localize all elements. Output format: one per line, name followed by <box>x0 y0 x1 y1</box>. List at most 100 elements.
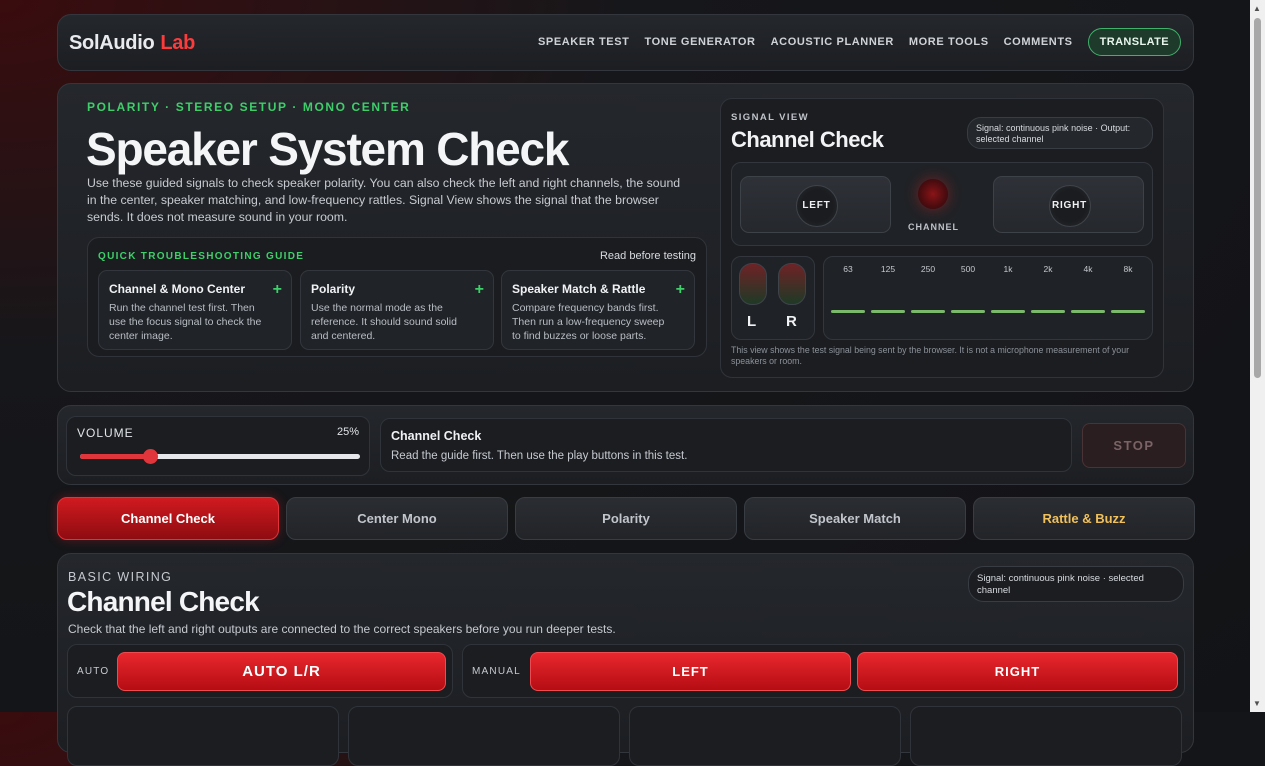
tab-channel-check[interactable]: Channel Check <box>57 497 279 540</box>
band-level <box>871 310 905 313</box>
test-section: BASIC WIRING Channel Check Check that th… <box>57 553 1194 766</box>
guide-card-title: Channel & Mono Center <box>109 282 246 296</box>
band-level <box>951 310 985 313</box>
nav-acoustic-planner[interactable]: ACOUSTIC PLANNER <box>771 36 894 48</box>
test-card[interactable] <box>910 706 1182 766</box>
test-card[interactable] <box>348 706 620 766</box>
band-label: 4k <box>1083 264 1093 274</box>
volume-slider[interactable] <box>80 449 360 464</box>
guide-card-speaker-match[interactable]: Speaker Match & Rattle Compare frequency… <box>501 270 695 350</box>
logo[interactable]: SolAudio Lab <box>69 32 195 55</box>
vu-right-label: R <box>786 313 797 330</box>
hero-panel: POLARITY · STEREO SETUP · MONO CENTER Sp… <box>57 83 1194 392</box>
left-level-bar <box>739 263 767 305</box>
nav-more-tools[interactable]: MORE TOOLS <box>909 36 989 48</box>
band-label: 2k <box>1043 264 1053 274</box>
playback-controls: VOLUME 25% Channel Check Read the guide … <box>57 405 1194 485</box>
right-level-bar <box>778 263 806 305</box>
signal-view-title: Channel Check <box>731 127 884 152</box>
section-signal-pill: Signal: continuous pink noise · selected… <box>968 566 1184 602</box>
signal-view-footnote: This view shows the test signal being se… <box>731 345 1130 366</box>
troubleshooting-guide: QUICK TROUBLESHOOTING GUIDE Read before … <box>87 237 707 357</box>
guide-card-polarity[interactable]: Polarity Use the normal mode as the refe… <box>300 270 494 350</box>
scrollbar-thumb[interactable] <box>1254 18 1261 378</box>
left-button[interactable]: LEFT <box>530 652 851 691</box>
band-level <box>1111 310 1145 313</box>
band-label: 63 <box>843 264 853 274</box>
volume-control: VOLUME 25% <box>66 416 370 476</box>
band-level <box>831 310 865 313</box>
hero-description: Use these guided signals to check speake… <box>87 176 681 224</box>
nav-comments[interactable]: COMMENTS <box>1004 36 1073 48</box>
guide-title: QUICK TROUBLESHOOTING GUIDE <box>98 251 305 262</box>
volume-slider-fill <box>80 454 150 459</box>
channel-label: CHANNEL <box>908 222 959 232</box>
left-speaker: LEFT <box>740 176 891 233</box>
signal-info-pill: Signal: continuous pink noise · Output: … <box>967 117 1153 149</box>
band-level <box>1031 310 1065 313</box>
section-title: Channel Check <box>67 586 260 617</box>
band-level <box>911 310 945 313</box>
test-card[interactable] <box>629 706 901 766</box>
volume-value: 25% <box>336 426 359 438</box>
guide-note: Read before testing <box>599 250 696 262</box>
status-box: Channel Check Read the guide first. Then… <box>380 418 1072 472</box>
band-label: 500 <box>960 264 976 274</box>
auto-label: AUTO <box>77 666 110 677</box>
signal-view: SIGNAL VIEW Channel Check Signal: contin… <box>720 98 1164 378</box>
right-speaker: RIGHT <box>993 176 1144 233</box>
band-label: 8k <box>1123 264 1133 274</box>
stop-button[interactable]: STOP <box>1082 423 1186 468</box>
guide-card-channel[interactable]: Channel & Mono Center Run the channel te… <box>98 270 292 350</box>
tab-center-mono[interactable]: Center Mono <box>286 497 508 540</box>
volume-slider-thumb[interactable] <box>143 449 158 464</box>
hero-eyebrow: POLARITY · STEREO SETUP · MONO CENTER <box>87 100 411 114</box>
guide-card-text: Use the normal mode as the reference. It… <box>311 302 457 342</box>
scroll-up-arrow-icon[interactable]: ▲ <box>1253 4 1261 13</box>
right-button[interactable]: RIGHT <box>857 652 1178 691</box>
band-label: 1k <box>1003 264 1013 274</box>
vu-meter: L R <box>731 256 815 340</box>
band-level <box>1071 310 1105 313</box>
auto-lr-button[interactable]: AUTO L/R <box>117 652 446 691</box>
band-level <box>991 310 1025 313</box>
tab-rattle-buzz[interactable]: Rattle & Buzz <box>973 497 1195 540</box>
channel-indicator-led <box>918 179 948 209</box>
manual-group: MANUAL LEFT RIGHT <box>462 644 1185 698</box>
band-label: 250 <box>920 264 936 274</box>
volume-label: VOLUME <box>77 426 134 440</box>
right-speaker-cone: RIGHT <box>1048 184 1091 227</box>
signal-view-label: SIGNAL VIEW <box>731 112 810 123</box>
main-nav: SPEAKER TEST TONE GENERATOR ACOUSTIC PLA… <box>538 28 1181 56</box>
site-header: SolAudio Lab SPEAKER TEST TONE GENERATOR … <box>57 14 1194 71</box>
auto-group: AUTO AUTO L/R <box>67 644 453 698</box>
section-description: Check that the left and right outputs ar… <box>68 622 616 636</box>
vu-left-label: L <box>747 313 757 330</box>
guide-card-title: Polarity <box>311 282 356 296</box>
nav-tone-generator[interactable]: TONE GENERATOR <box>645 36 756 48</box>
scroll-down-arrow-icon[interactable]: ▼ <box>1253 699 1261 708</box>
band-meter: 63 125 250 500 1k 2k 4k 8k <box>823 256 1153 340</box>
guide-card-title: Speaker Match & Rattle <box>512 282 646 296</box>
test-card[interactable] <box>67 706 339 766</box>
guide-card-text: Run the channel test first. Then use the… <box>109 302 262 342</box>
manual-label: MANUAL <box>472 666 521 677</box>
expand-plus-icon[interactable]: + <box>273 281 282 299</box>
tab-polarity[interactable]: Polarity <box>515 497 737 540</box>
status-text: Read the guide first. Then use the play … <box>391 450 688 462</box>
tab-speaker-match[interactable]: Speaker Match <box>744 497 966 540</box>
expand-plus-icon[interactable]: + <box>676 281 685 299</box>
expand-plus-icon[interactable]: + <box>475 281 484 299</box>
band-label: 125 <box>880 264 896 274</box>
section-eyebrow: BASIC WIRING <box>68 570 173 584</box>
logo-main: SolAudio <box>69 32 155 54</box>
translate-button[interactable]: TRANSLATE <box>1087 28 1181 56</box>
guide-card-text: Compare frequency bands first. Then run … <box>512 302 665 342</box>
left-speaker-cone: LEFT <box>795 184 838 227</box>
page-title: Speaker System Check <box>86 123 569 175</box>
logo-accent: Lab <box>160 32 196 54</box>
channel-display: LEFT CHANNEL RIGHT <box>731 162 1153 246</box>
page-scrollbar[interactable]: ▲ ▼ <box>1250 0 1265 712</box>
nav-speaker-test[interactable]: SPEAKER TEST <box>538 36 630 48</box>
status-title: Channel Check <box>391 429 482 443</box>
